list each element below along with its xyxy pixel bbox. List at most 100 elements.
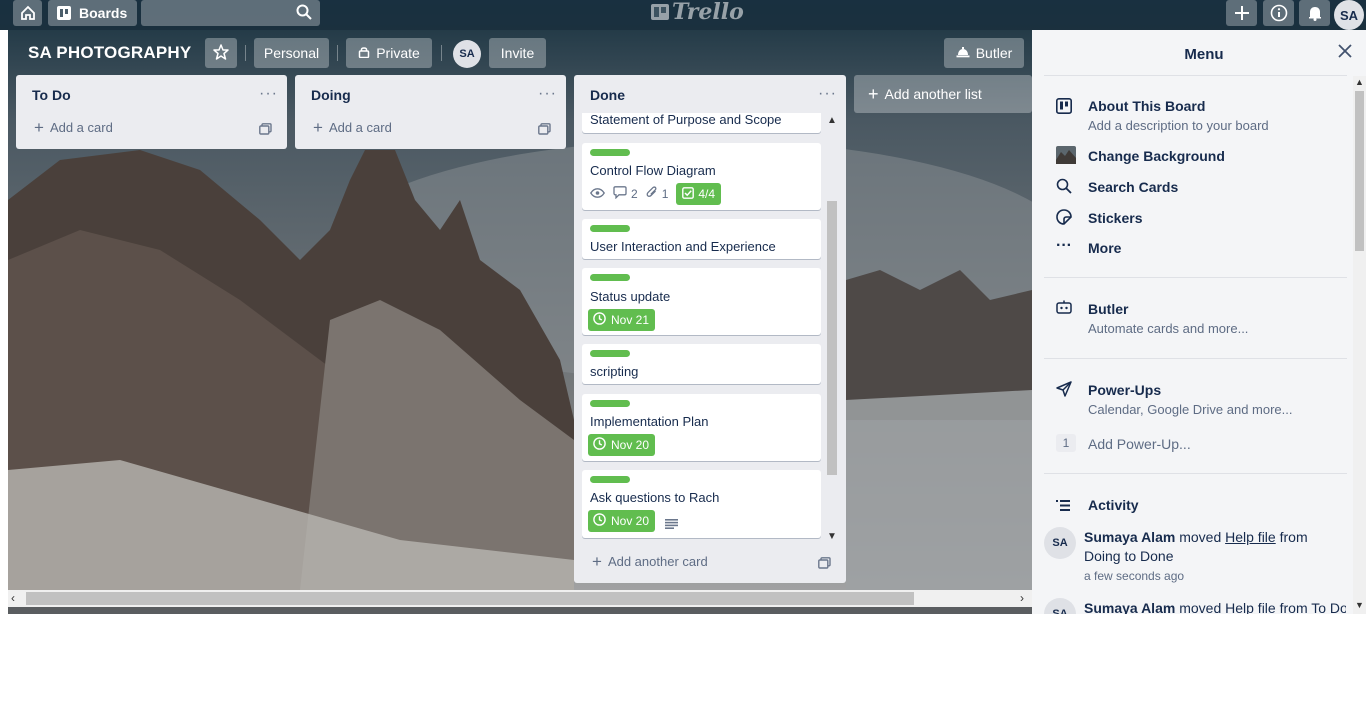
star-icon [213,43,229,63]
list-title[interactable]: Done [590,87,625,103]
user-avatar[interactable]: SA [1334,0,1364,30]
scroll-up-icon[interactable]: ▲ [1355,77,1364,87]
butler-bell-icon [956,45,970,61]
list-scrollbar[interactable]: ▲ ▼ [825,115,839,543]
star-button[interactable] [205,38,237,68]
butler-item[interactable]: Butler [1088,301,1128,317]
activity-timestamp[interactable]: a few seconds ago [1084,569,1184,583]
boards-label: Boards [79,5,128,21]
create-button[interactable] [1226,0,1257,26]
avatar[interactable]: SA [1044,598,1076,614]
plus-icon: + [313,118,323,137]
more-icon: ··· [1056,237,1072,254]
horizontal-scroll-thumb[interactable] [26,592,914,605]
card-title: Status update [590,289,671,304]
card-title: User Interaction and Experience [590,239,776,254]
comment-icon [613,186,627,202]
sticker-icon [1056,209,1072,230]
change-background-item[interactable]: Change Background [1088,148,1225,164]
scroll-down-icon[interactable]: ▼ [1355,600,1364,610]
menu-scroll-thumb[interactable] [1355,91,1364,251]
description-icon [665,516,678,534]
card-label [590,149,630,156]
cards-container: Statement of Purpose and Scope Control F… [582,113,821,541]
card[interactable]: Statement of Purpose and Scope [582,113,821,133]
card-label [590,400,630,407]
scroll-down-icon[interactable]: ▼ [827,531,837,542]
search-cards-item[interactable]: Search Cards [1088,179,1178,195]
card[interactable]: Status update Nov 21 [582,268,821,335]
add-card-button[interactable]: + Add a card [34,119,113,136]
scroll-right-icon[interactable]: › [1020,591,1024,605]
home-button[interactable] [13,0,42,26]
list-title[interactable]: To Do [32,87,71,103]
clock-icon [593,513,606,529]
add-power-up-item[interactable]: Add Power-Up... [1088,436,1191,452]
about-board-item[interactable]: About This Board [1088,98,1205,114]
card[interactable]: Control Flow Diagram 2 1 4/4 [582,143,821,210]
add-list-button[interactable]: + Add another list [854,75,1032,113]
board-horizontal-scrollbar[interactable]: ‹ › [8,590,1032,607]
eye-icon [590,187,605,201]
scroll-up-icon[interactable]: ▲ [827,115,837,126]
invite-button[interactable]: Invite [489,38,546,68]
card-template-icon[interactable] [259,122,272,140]
add-card-button[interactable]: + Add another card [592,553,708,570]
activity-entry: Sumaya Alam moved Help file from Doing t… [1084,529,1308,564]
plus-icon: + [868,84,879,104]
add-card-button[interactable]: + Add a card [313,118,392,137]
card-template-icon[interactable] [538,122,551,140]
list-done: Done ··· Statement of Purpose and Scope … [574,75,846,583]
top-navigation-bar: Boards Trello SA [0,0,1366,30]
notifications-button[interactable] [1299,0,1330,26]
close-icon[interactable] [1338,44,1352,63]
stickers-item[interactable]: Stickers [1088,210,1142,226]
due-date-badge[interactable]: Nov 20 [588,510,656,532]
board-menu-panel: Menu About This Board Add a description … [1032,30,1366,614]
card[interactable]: scripting [582,344,821,384]
card-badges: 2 1 4/4 [590,183,722,205]
list-to-do: To Do ··· + Add a card [16,75,287,149]
scroll-left-icon[interactable]: ‹ [11,591,15,605]
board-member-avatar[interactable]: SA [453,40,481,68]
list-title[interactable]: Doing [311,87,351,103]
paperclip-icon [646,186,658,202]
avatar[interactable]: SA [1044,527,1076,559]
card[interactable]: Implementation Plan Nov 20 [582,394,821,461]
home-icon [20,5,36,21]
personal-button[interactable]: Personal [254,38,329,68]
power-ups-item[interactable]: Power-Ups [1088,382,1161,398]
card-template-icon[interactable] [818,556,831,574]
butler-subtitle[interactable]: Automate cards and more... [1088,321,1248,336]
info-button[interactable] [1263,0,1294,26]
list-doing: Doing ··· + Add a card [295,75,566,149]
trello-logo[interactable]: Trello [651,0,744,25]
list-scroll-thumb[interactable] [827,201,837,475]
background-thumbnail [1056,146,1076,169]
menu-scrollbar[interactable]: ▲ ▼ [1353,76,1366,614]
comments-badge: 2 [613,186,638,202]
list-menu-icon[interactable]: ··· [818,85,837,103]
card[interactable]: User Interaction and Experience [582,219,821,259]
board-title[interactable]: SA PHOTOGRAPHY [28,43,191,63]
boards-icon [57,6,71,20]
more-item[interactable]: More [1088,240,1121,256]
due-date-badge[interactable]: Nov 21 [588,309,656,331]
activity-entry: Sumaya Alam moved Help file from To Do [1084,600,1346,614]
search-input[interactable] [141,0,320,26]
power-ups-subtitle[interactable]: Calendar, Google Drive and more... [1088,402,1293,417]
butler-button[interactable]: Butler [944,38,1024,68]
card-title: scripting [590,364,639,379]
activity-heading: Activity [1088,497,1139,513]
checklist-badge: 4/4 [676,183,722,205]
card-label [590,350,630,357]
visibility-button[interactable]: Private [346,38,432,68]
menu-title: Menu [1184,46,1224,63]
due-date-badge[interactable]: Nov 20 [588,434,656,456]
list-menu-icon[interactable]: ··· [538,85,557,103]
about-board-subtitle[interactable]: Add a description to your board [1088,118,1269,133]
boards-button[interactable]: Boards [48,0,137,26]
card-title: Control Flow Diagram [590,163,716,178]
card[interactable]: Ask questions to Rach Nov 20 [582,470,821,538]
list-menu-icon[interactable]: ··· [259,85,278,103]
